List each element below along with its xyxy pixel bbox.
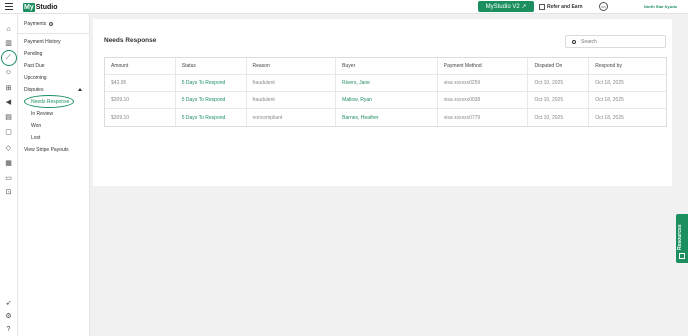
nav-lost[interactable]: Lost	[31, 135, 40, 141]
table-row[interactable]: $309.10 5 Days To Respond fraudulent Mal…	[105, 92, 666, 109]
gift-icon	[539, 4, 545, 10]
chart-icon[interactable]: ▥	[4, 39, 13, 48]
reason-cell: noncompliant	[247, 109, 337, 126]
grid-icon[interactable]: ⊞	[4, 84, 13, 93]
mystudio-v2-button[interactable]: MyStudio V2 ↗	[478, 1, 534, 12]
search-icon	[572, 39, 576, 44]
menu-icon[interactable]	[5, 3, 13, 10]
column-header[interactable]: Disputed On	[528, 58, 590, 74]
buyer-link[interactable]: Rivers, Jane	[336, 75, 438, 91]
chevron-up-icon[interactable]	[78, 88, 82, 91]
search-box[interactable]	[565, 35, 666, 48]
reason-cell: fraudulent	[247, 75, 337, 91]
nav-upcoming[interactable]: Upcoming	[24, 75, 47, 81]
status-cell: 5 Days To Respond	[176, 75, 247, 91]
nav-payment-history[interactable]: Payment History	[24, 39, 61, 45]
refer-label: Refer and Earn	[547, 4, 583, 10]
top-bar: My Studio MyStudio V2 ↗ Refer and Earn O…	[0, 0, 688, 14]
payment-method-cell: visa xxxxxx0259	[438, 75, 529, 91]
amount-cell: $309.10	[105, 109, 176, 126]
nav-view-stripe-payouts[interactable]: View Stripe Payouts	[24, 147, 69, 153]
payment-method-cell: visa xxxxxx0779	[438, 109, 529, 126]
table-row[interactable]: $43.95 5 Days To Respond fraudulent Rive…	[105, 75, 666, 92]
column-header[interactable]: Reason	[247, 58, 337, 74]
account-name[interactable]: North Star Kyudo	[644, 4, 677, 9]
disputed-on-cell: Oct 10, 2025	[528, 92, 590, 108]
payments-icon[interactable]: ⟋	[4, 53, 13, 62]
buyer-link[interactable]: Mallow, Ryan	[336, 92, 438, 108]
apps-icon[interactable]: ⊡	[4, 188, 13, 197]
rocket-icon[interactable]: ➶	[4, 299, 13, 308]
disputes-table: Amount Status Reason Buyer Payment Metho…	[104, 57, 667, 127]
clipboard-icon[interactable]: ▢	[4, 128, 13, 137]
respond-by-cell: Oct 18, 2025	[595, 97, 624, 103]
book-icon	[679, 253, 685, 259]
logo[interactable]: My Studio	[23, 2, 58, 12]
subnav-header: Payments i	[18, 14, 89, 34]
nav-past-due[interactable]: Past Due	[24, 63, 45, 69]
page-title: Needs Response	[104, 37, 157, 44]
payment-method-cell: visa xxxxxx0038	[438, 92, 529, 108]
needs-response-highlight	[24, 95, 74, 108]
resources-label: Resources	[677, 224, 683, 250]
info-icon[interactable]: i	[49, 21, 54, 26]
amount-cell: $309.10	[105, 92, 176, 108]
disputes-card: Needs Response Amount Status Reason Buye…	[93, 19, 672, 186]
payments-subnav: Payments i Payment History Pending Past …	[18, 14, 90, 336]
status-cell: 5 Days To Respond	[176, 92, 247, 108]
column-header[interactable]: Status	[176, 58, 247, 74]
document-icon[interactable]: ▤	[4, 113, 13, 122]
subnav-title: Payments	[24, 20, 47, 27]
megaphone-icon[interactable]: ◀	[4, 98, 13, 107]
store-icon[interactable]: ▦	[4, 159, 13, 168]
avatar[interactable]: OO	[599, 2, 608, 11]
search-input[interactable]	[581, 38, 661, 45]
reason-cell: fraudulent	[247, 92, 337, 108]
amount-cell: $43.95	[105, 75, 176, 91]
table-row[interactable]: $309.10 5 Days To Respond noncompliant B…	[105, 109, 666, 126]
disputed-on-cell: Oct 10, 2025	[528, 109, 590, 126]
buyer-link[interactable]: Barnes, Heather	[336, 109, 438, 126]
column-header[interactable]: Amount	[105, 58, 176, 74]
status-cell: 5 Days To Respond	[176, 109, 247, 126]
respond-by-cell: Oct 18, 2025	[595, 114, 624, 121]
image-icon[interactable]: ▭	[4, 174, 13, 183]
disputed-on-cell: Oct 10, 2025	[528, 75, 590, 91]
logo-text: Studio	[35, 3, 58, 11]
help-icon[interactable]: ?	[4, 325, 13, 334]
icon-rail: ⌂ ▥ ⟋ ☺ ⊞ ◀ ▤ ▢ ◇ ▦ ▭ ⊡ ➶ ⚙ ?	[0, 14, 18, 336]
nav-in-review[interactable]: In Review	[31, 111, 53, 117]
nav-pending[interactable]: Pending	[24, 51, 42, 57]
column-header[interactable]: Payment Method	[438, 58, 529, 74]
table-header: Amount Status Reason Buyer Payment Metho…	[105, 58, 666, 75]
people-icon[interactable]: ☺	[4, 68, 13, 77]
respond-by-cell: Oct 18, 2025	[595, 80, 624, 86]
tag-icon[interactable]: ◇	[4, 144, 13, 153]
nav-won[interactable]: Won	[31, 123, 41, 129]
column-header[interactable]: Respond by	[589, 58, 666, 74]
refer-and-earn-link[interactable]: Refer and Earn	[539, 2, 583, 12]
logo-mark: My	[23, 2, 35, 12]
resources-tab[interactable]: Resources	[676, 214, 688, 263]
home-icon[interactable]: ⌂	[4, 25, 13, 34]
settings-icon[interactable]: ⚙	[4, 312, 13, 321]
column-header[interactable]: Buyer	[336, 58, 438, 74]
nav-disputes[interactable]: Disputes	[24, 87, 43, 93]
